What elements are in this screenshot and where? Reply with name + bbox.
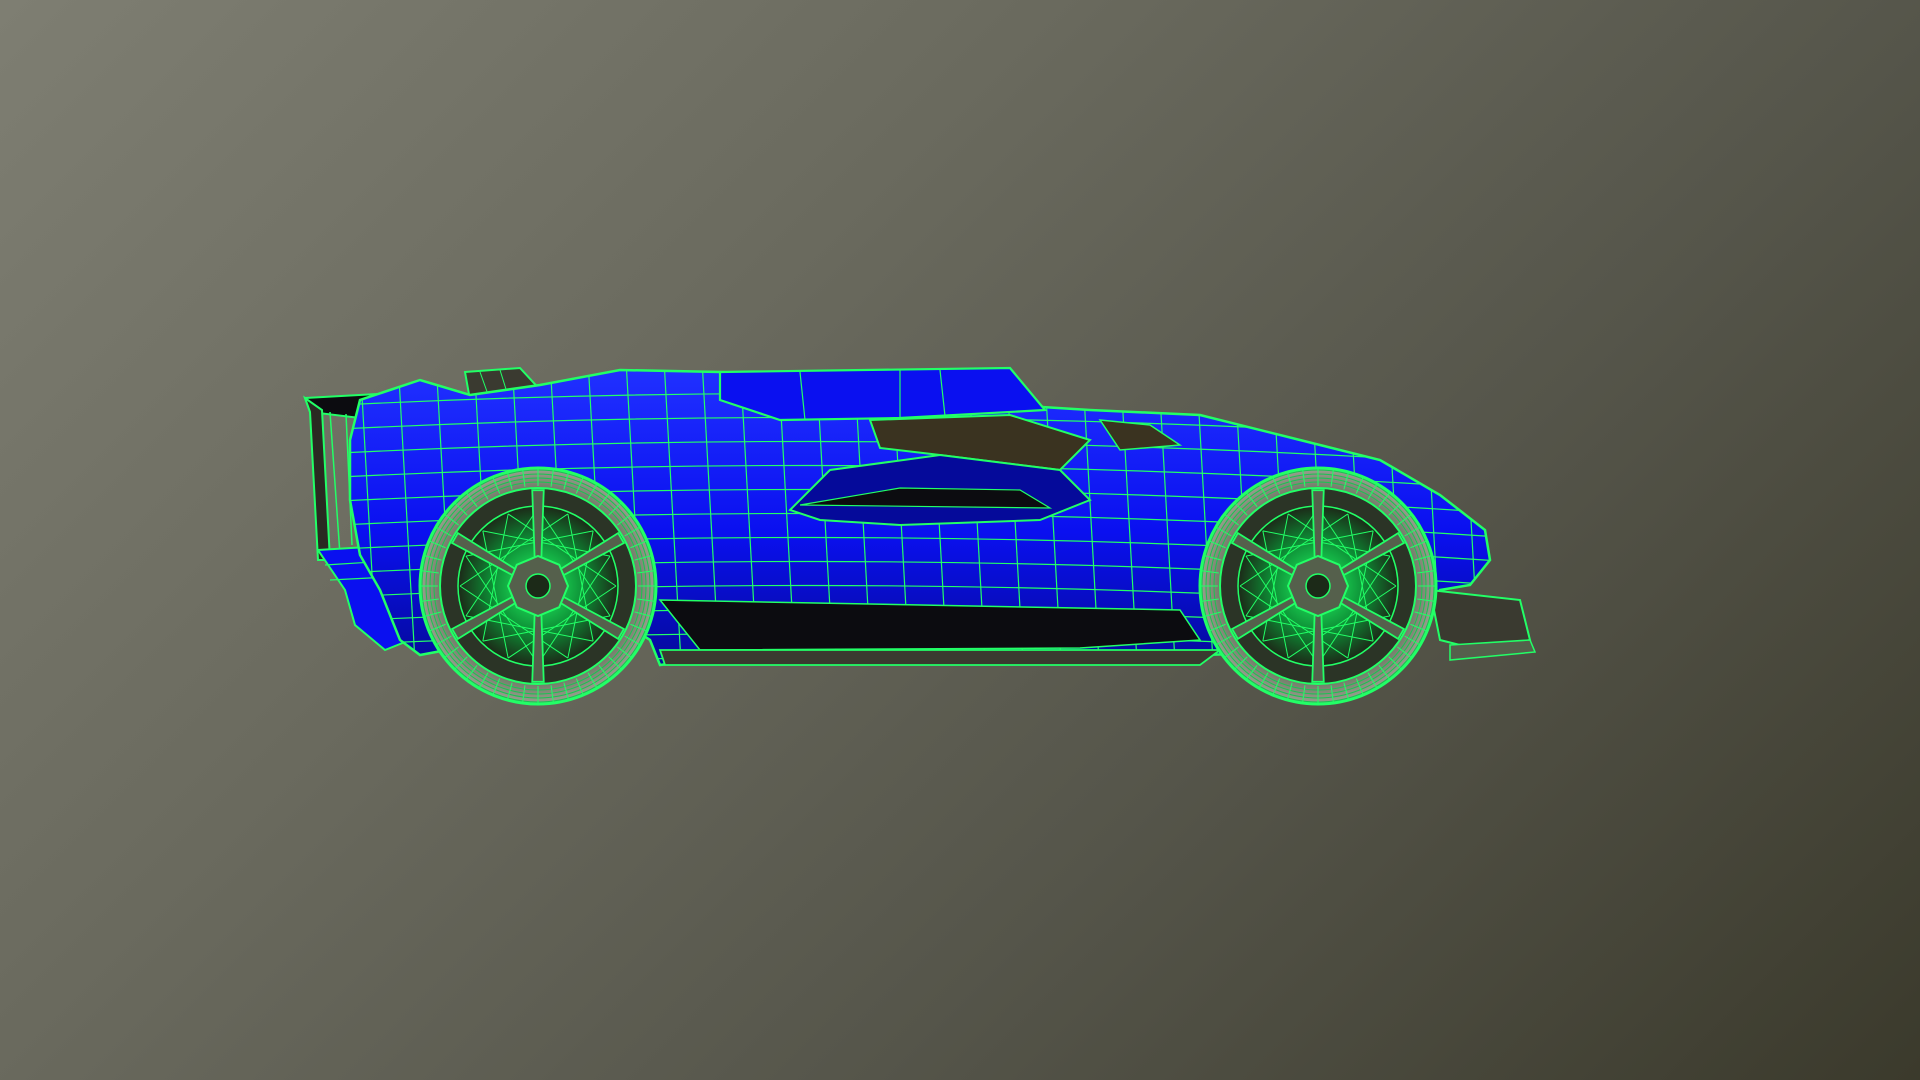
rear-wheel [418, 466, 658, 706]
viewport-canvas[interactable] [0, 0, 1920, 1080]
front-wheel [1198, 466, 1438, 706]
car-render [302, 366, 1537, 706]
